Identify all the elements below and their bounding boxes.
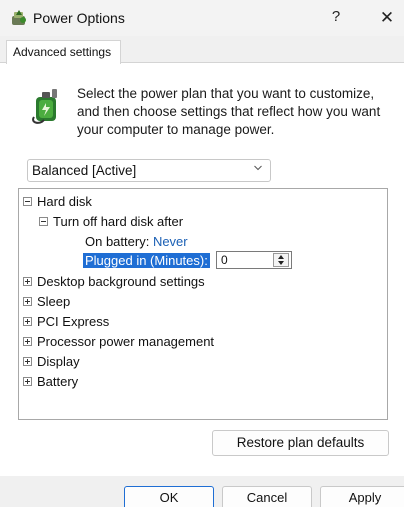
plugged-in-setting: Plugged in (Minutes):: [83, 253, 210, 271]
tab-advanced-settings[interactable]: Advanced settings: [6, 40, 121, 64]
window-title: Power Options: [33, 10, 125, 26]
power-plan-dropdown[interactable]: Balanced [Active]: [27, 159, 271, 182]
spin-buttons[interactable]: [273, 253, 289, 267]
on-battery-setting: On battery: Never: [85, 234, 188, 252]
expand-icon[interactable]: [23, 337, 32, 347]
expand-icon[interactable]: [23, 297, 32, 307]
tree-item-label: Turn off hard disk after: [53, 214, 184, 229]
ok-button[interactable]: OK: [124, 486, 214, 507]
plugged-in-minutes-spinner[interactable]: 0: [216, 251, 292, 269]
tree-item-label: Display: [37, 354, 80, 369]
collapse-icon[interactable]: [39, 217, 48, 227]
power-options-icon: [12, 10, 26, 25]
power-plan-value: Balanced [Active]: [32, 163, 137, 178]
collapse-icon[interactable]: [23, 197, 32, 207]
tree-item-turn-off-hard-disk[interactable]: Turn off hard disk after: [39, 214, 183, 232]
expand-icon[interactable]: [23, 357, 32, 367]
settings-tree[interactable]: Hard disk Turn off hard disk after On ba…: [18, 188, 388, 420]
minutes-value[interactable]: 0: [221, 253, 228, 267]
tree-item-label: Processor power management: [37, 334, 215, 349]
tree-item-battery[interactable]: Battery: [23, 374, 78, 392]
decrement-arrow-icon[interactable]: [278, 261, 284, 265]
on-battery-label: On battery:: [85, 234, 150, 249]
tree-item-label: Desktop background settings: [37, 274, 205, 289]
cancel-button[interactable]: Cancel: [222, 486, 312, 507]
close-button[interactable]: ✕: [370, 5, 404, 31]
tree-item-label: Hard disk: [37, 194, 92, 209]
tree-item-hard-disk[interactable]: Hard disk: [23, 194, 92, 212]
tree-item-pci-express[interactable]: PCI Express: [23, 314, 109, 332]
plugged-in-label: Plugged in (Minutes):: [83, 253, 210, 268]
expand-icon[interactable]: [23, 377, 32, 387]
tree-item-label: Battery: [37, 374, 79, 389]
expand-icon[interactable]: [23, 317, 32, 327]
tree-item-processor-power[interactable]: Processor power management: [23, 334, 214, 352]
restore-defaults-button[interactable]: Restore plan defaults: [212, 430, 389, 456]
tree-item-label: Sleep: [37, 294, 71, 309]
apply-button[interactable]: Apply: [320, 486, 404, 507]
on-battery-value-link[interactable]: Never: [153, 234, 188, 249]
tree-item-sleep[interactable]: Sleep: [23, 294, 70, 312]
advanced-settings-panel: Select the power plan that you want to c…: [0, 62, 404, 476]
tree-item-label: PCI Express: [37, 314, 110, 329]
dialog-footer: OK Cancel Apply: [0, 476, 404, 507]
battery-plug-icon: [32, 89, 57, 124]
instructions-text: Select the power plan that you want to c…: [77, 86, 381, 137]
tree-item-desktop-background[interactable]: Desktop background settings: [23, 274, 205, 292]
chevron-down-icon: [254, 165, 262, 171]
help-button[interactable]: ?: [324, 8, 348, 30]
expand-icon[interactable]: [23, 277, 32, 287]
increment-arrow-icon[interactable]: [278, 255, 284, 259]
tree-item-display[interactable]: Display: [23, 354, 80, 372]
title-bar: Power Options ? ✕: [0, 0, 404, 36]
